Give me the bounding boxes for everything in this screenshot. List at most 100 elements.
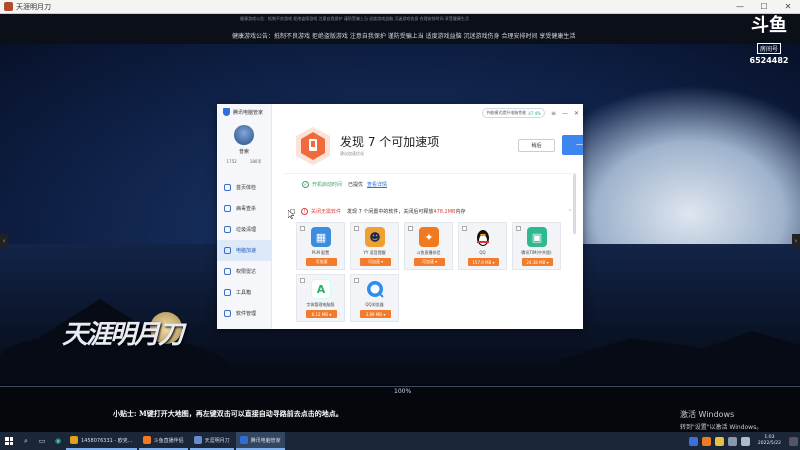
close-icon[interactable]: ✕	[574, 110, 579, 117]
windows-taskbar: ⌕ ▭ ◉ 1458076331 - 欧克... 斗鱼直播伴侣 天涯明月刀 腾讯…	[0, 432, 800, 450]
network-icon[interactable]	[727, 436, 737, 446]
task-view-icon[interactable]: ▭	[34, 432, 50, 450]
desktop-screen: 天涯明月刀 — ☐ ✕ 健康游戏公告：抵制不良游戏 拒绝盗版游戏 注意自我保护 …	[0, 0, 800, 450]
pc-manager-window: 腾讯电脑管家 普索 1752 180币 首页体检 病毒查杀 垃圾清理 电脑加速 …	[217, 104, 583, 329]
game-window-titlebar[interactable]: 天涯明月刀 — ☐ ✕	[0, 0, 800, 14]
douyu-tray-icon[interactable]	[701, 436, 711, 446]
app-tile[interactable]: QQ浏览器 3.89 MB ▾	[350, 274, 399, 322]
app-size[interactable]: 24.38 MB ▾	[522, 258, 553, 266]
app-tile[interactable]: A 字体管理电脑版 6.12 MB ▾	[296, 274, 345, 322]
sidebar-item-virus-scan[interactable]: 病毒查杀	[217, 198, 271, 219]
brand-label: 腾讯电脑管家	[233, 109, 264, 116]
app-checkbox[interactable]	[300, 226, 305, 231]
idle-software-row[interactable]: ! 关闭无需软件 发现 7 个闲置中的软件，关闭后可释放 478.2MB 内存 …	[290, 208, 572, 215]
pc-manager-brand: 腾讯电脑管家	[217, 104, 271, 116]
sidebar-item-cleanup[interactable]: 垃圾清理	[217, 219, 271, 240]
power-mode-pill[interactable]: 节能模式提升电脑性能 47.4%	[482, 108, 545, 118]
view-details-link[interactable]: 查看详情	[367, 181, 387, 188]
edge-browser-icon[interactable]: ◉	[50, 432, 66, 450]
tim-briefcase-icon: ▣	[527, 227, 547, 247]
app-name: QQ	[479, 250, 486, 255]
volume-icon[interactable]	[740, 436, 750, 446]
search-icon[interactable]: ⌕	[18, 432, 34, 450]
taskbar-item-2[interactable]: 斗鱼直播伴侣	[138, 432, 188, 450]
game-app-icon	[4, 2, 13, 11]
app-name: 斗鱼直播伴侣	[416, 250, 441, 255]
app-icon	[193, 436, 202, 444]
app-checkbox[interactable]	[354, 278, 359, 283]
app-size[interactable]: 可加速	[306, 258, 337, 266]
sidebar-item-label: 工具箱	[236, 290, 252, 296]
app-name: 字体管理电脑版	[306, 302, 335, 307]
app-name: 腾讯TIM(中共版)	[521, 250, 552, 255]
app-size[interactable]: 可加速 ▾	[360, 258, 391, 266]
app-checkbox[interactable]	[462, 226, 467, 231]
taskbar-item-1[interactable]: 1458076331 - 欧克...	[66, 432, 137, 450]
windows-logo-icon	[5, 437, 13, 445]
check-circle-icon: ✓	[302, 181, 309, 188]
startup-time-row: ✓ 开机启动时间 已提优 查看详情	[302, 181, 387, 188]
sidebar-item-label: 首页体检	[236, 185, 257, 191]
user-meta-level: 1752	[226, 159, 237, 164]
app-tile[interactable]: ☻ YY 语音提醒 可加速 ▾	[350, 222, 399, 270]
app-tile[interactable]: ▣ 腾讯TIM(中共版) 24.38 MB ▾	[512, 222, 561, 270]
sidebar-item-software[interactable]: 软件管理	[217, 303, 271, 324]
tray-app-icon[interactable]	[714, 436, 724, 446]
app-size[interactable]: 157.9 MB ▾	[468, 258, 499, 266]
later-button[interactable]: 稍后	[518, 139, 555, 152]
notification-icon[interactable]	[789, 436, 798, 446]
sidebar-item-checkup[interactable]: 首页体检	[217, 177, 271, 198]
taskbar-item-3[interactable]: 天涯明月刀	[189, 432, 234, 450]
app-checkbox[interactable]	[300, 278, 305, 283]
sidebar-nav: 首页体检 病毒查杀 垃圾清理 电脑加速 权限雷达 工具箱 软件管理	[217, 177, 271, 324]
pc-manager-tray-icon[interactable]	[688, 436, 698, 446]
app-name: YY 语音提醒	[363, 250, 386, 255]
app-icon	[142, 436, 151, 444]
panel-scrollbar[interactable]	[573, 174, 576, 234]
speedup-items-panel: ✓ 开机启动时间 已提优 查看详情 ! 关闭无需软件 发现 7 个闲置中的软件，…	[284, 173, 577, 326]
loading-tip: 小贴士: M键打开大地图，再左键双击可以直接自动寻路前去点击的地点。	[113, 409, 343, 418]
one-click-boost-button[interactable]: 一键加速	[562, 135, 583, 155]
power-mode-percent: 47.4%	[528, 110, 541, 116]
app-size[interactable]: 3.89 MB ▾	[360, 310, 391, 318]
sidebar-item-permission-radar[interactable]: 权限雷达	[217, 261, 271, 282]
idle-software-size: 478.2MB	[433, 208, 456, 215]
minimize-icon[interactable]: —	[562, 110, 568, 117]
right-expand-arrow[interactable]: ›	[792, 234, 800, 248]
warning-circle-icon: !	[301, 208, 308, 215]
taskbar-item-4[interactable]: 腾讯电脑管家	[235, 432, 285, 450]
user-meta: 1752 180币	[217, 159, 271, 165]
maximize-icon[interactable]: ☐	[752, 2, 776, 11]
chevron-up-icon[interactable]: ⌃	[568, 209, 572, 215]
start-button[interactable]	[0, 432, 18, 450]
idle-software-suffix: 内存	[455, 209, 466, 215]
sidebar-item-speedup[interactable]: 电脑加速	[217, 240, 271, 261]
app-tile[interactable]: QQ 157.9 MB ▾	[458, 222, 507, 270]
app-name: PLM 配置	[311, 250, 330, 255]
close-icon[interactable]: ✕	[776, 2, 800, 11]
minimize-icon[interactable]: —	[728, 2, 752, 11]
speedup-hexagon-icon	[296, 127, 330, 165]
sidebar-item-label: 病毒查杀	[236, 206, 257, 212]
qq-browser-icon	[367, 281, 384, 298]
app-checkbox[interactable]	[354, 226, 359, 231]
user-name: 普索	[238, 149, 249, 155]
startup-time-label: 开机启动时间	[312, 182, 343, 188]
menu-icon[interactable]: ≡	[551, 110, 556, 117]
app-size[interactable]: 6.12 MB ▾	[306, 310, 337, 318]
taskbar-clock[interactable]: 1:03 2022/5/22	[758, 435, 781, 447]
activation-title: 激活 Windows	[680, 410, 735, 419]
app-size[interactable]: 可加速 ▾	[414, 258, 445, 266]
app-checkbox[interactable]	[408, 226, 413, 231]
sidebar-item-toolbox[interactable]: 工具箱	[217, 282, 271, 303]
avatar[interactable]	[234, 125, 254, 145]
left-expand-arrow[interactable]: ‹	[0, 234, 8, 248]
user-meta-coins: 180币	[249, 159, 262, 164]
app-tile[interactable]: ▦ PLM 配置 可加速	[296, 222, 345, 270]
idle-software-desc: 发现 7 个闲置中的软件，关闭后可释放	[347, 209, 434, 215]
app-checkbox[interactable]	[516, 226, 521, 231]
douyu-watermark: 斗鱼 房间号 6524482	[744, 16, 794, 66]
loading-progress-line	[0, 386, 800, 387]
startup-time-value: 已提优	[348, 182, 364, 188]
app-tile[interactable]: ✦ 斗鱼直播伴侣 可加速 ▾	[404, 222, 453, 270]
